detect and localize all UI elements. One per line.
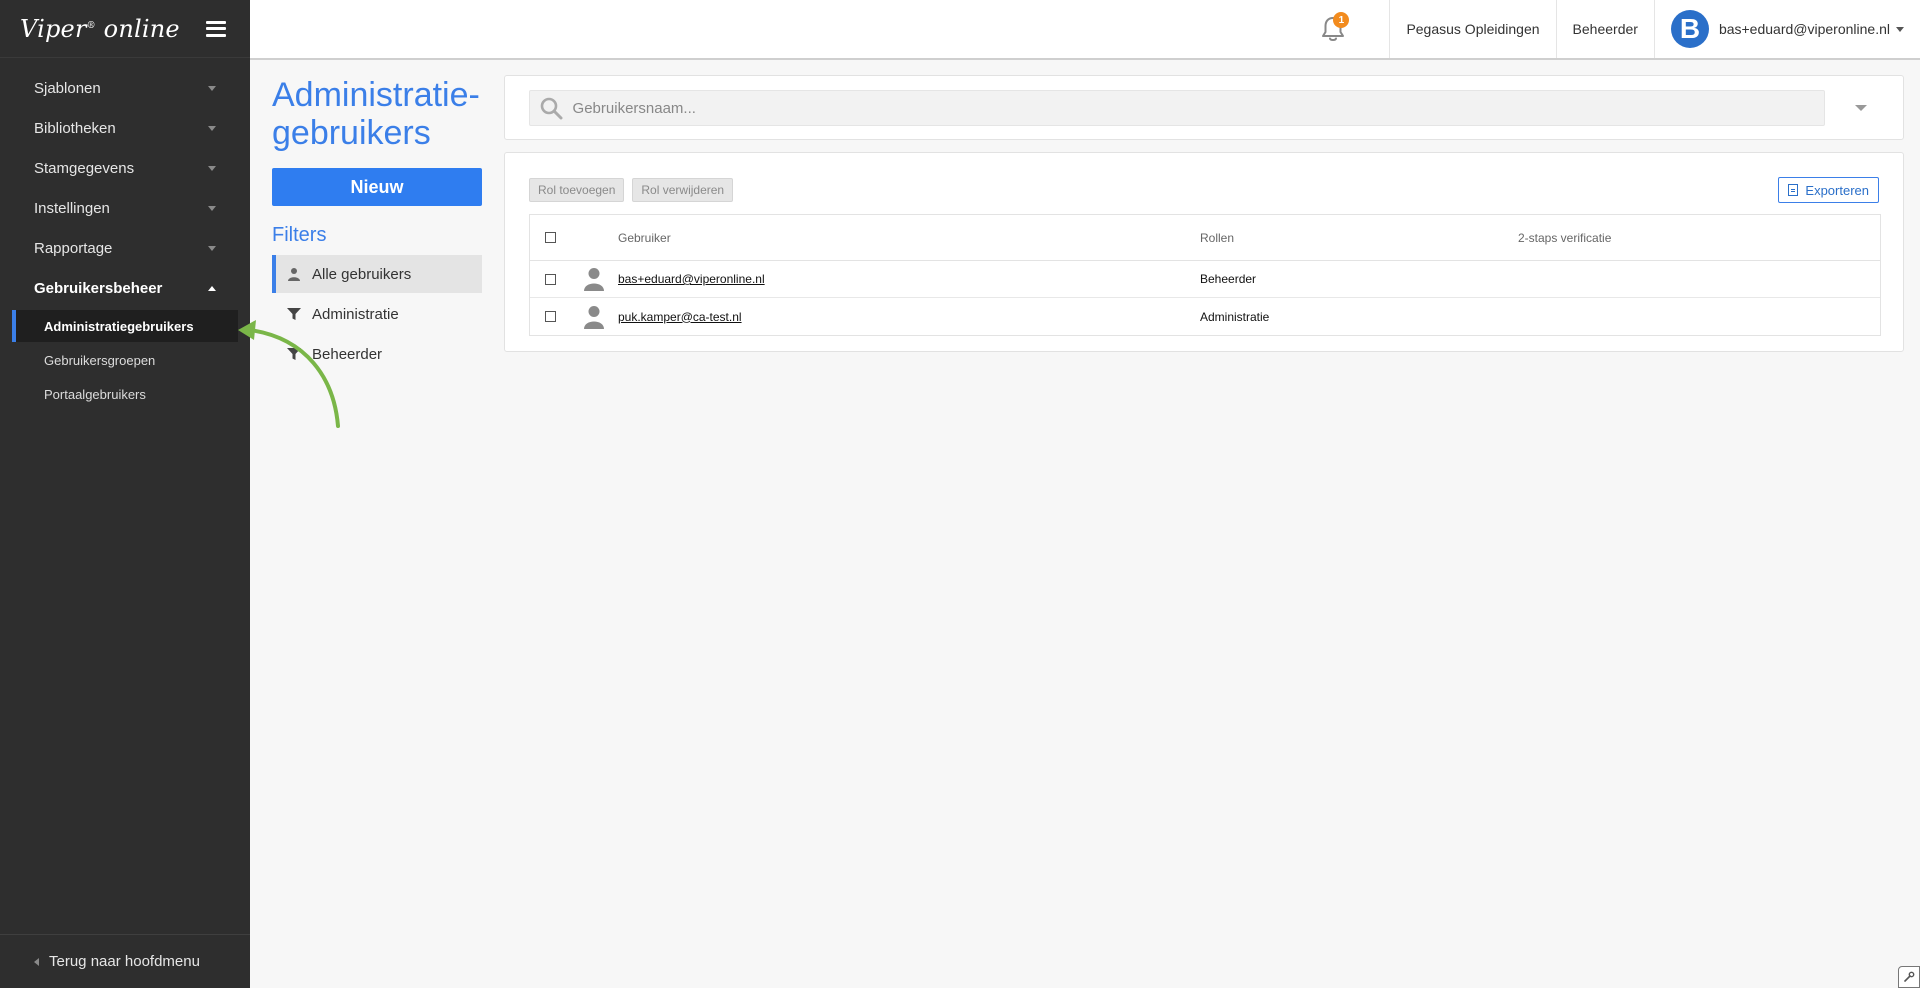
filter-administratie[interactable]: Administratie bbox=[272, 295, 482, 333]
user-link[interactable]: puk.kamper@ca-test.nl bbox=[618, 310, 742, 324]
user-menu[interactable]: B bas+eduard@viperonline.nl bbox=[1653, 0, 1920, 58]
add-role-button[interactable]: Rol toevoegen bbox=[529, 178, 625, 202]
file-export-icon bbox=[1788, 184, 1799, 196]
sidebar-item-label: Gebruikersbeheer bbox=[34, 279, 163, 297]
table-row[interactable]: puk.kamper@ca-test.nl Administratie bbox=[530, 298, 1880, 335]
sidebar-subitem-gebruikersgroepen[interactable]: Gebruikersgroepen bbox=[12, 344, 238, 376]
sidebar-item-label: Sjablonen bbox=[34, 79, 101, 97]
caret-down-icon bbox=[208, 165, 216, 171]
caret-down-icon bbox=[208, 85, 216, 91]
search-options-chevron-icon[interactable] bbox=[1855, 105, 1867, 111]
logo-registered-mark: ® bbox=[86, 20, 96, 31]
user-roles: Beheerder bbox=[1200, 272, 1257, 286]
sidebar-item-label: Stamgegevens bbox=[34, 159, 135, 177]
filter-beheerder[interactable]: Beheerder bbox=[272, 335, 482, 373]
sidebar-item-stamgegevens[interactable]: Stamgegevens bbox=[0, 148, 250, 188]
column-header-2fa[interactable]: 2-staps verificatie bbox=[1518, 231, 1880, 245]
caret-down-icon bbox=[208, 125, 216, 131]
row-checkbox[interactable] bbox=[544, 273, 556, 285]
organization-selector[interactable]: Pegasus Opleidingen bbox=[1389, 0, 1555, 58]
sidebar-item-bibliotheken[interactable]: Bibliotheken bbox=[0, 108, 250, 148]
caret-left-icon bbox=[34, 957, 39, 966]
notifications-button[interactable]: 1 bbox=[1303, 0, 1363, 58]
hamburger-menu-icon[interactable] bbox=[206, 20, 226, 37]
user-icon bbox=[286, 266, 302, 282]
search-input[interactable] bbox=[572, 91, 1824, 125]
avatar: B bbox=[1670, 10, 1709, 48]
caret-down-icon bbox=[208, 205, 216, 211]
sidebar-item-rapportage[interactable]: Rapportage bbox=[0, 228, 250, 268]
back-to-main-menu-link[interactable]: Terug naar hoofdmenu bbox=[0, 934, 250, 988]
page-title: Administratie-gebruikers bbox=[272, 76, 480, 152]
sidebar-item-sjablonen[interactable]: Sjablonen bbox=[0, 68, 250, 108]
user-roles: Administratie bbox=[1200, 309, 1270, 324]
sidebar: Viper® online Sjablonen Bibliotheken Sta… bbox=[0, 0, 250, 988]
sidebar-nav: Sjablonen Bibliotheken Stamgegevens Inst… bbox=[0, 58, 250, 410]
users-panel: Rol toevoegen Rol verwijderen Exporteren… bbox=[504, 152, 1904, 352]
filter-label: Beheerder bbox=[312, 345, 383, 363]
sidebar-header: Viper® online bbox=[0, 0, 250, 58]
table-row[interactable]: bas+eduard@viperonline.nl Beheerder bbox=[530, 261, 1880, 298]
topbar: 1 Pegasus Opleidingen Beheerder B bas+ed… bbox=[250, 0, 1920, 60]
filter-icon bbox=[286, 306, 302, 322]
search-panel bbox=[504, 75, 1904, 140]
sidebar-subitem-portaalgebruikers[interactable]: Portaalgebruikers bbox=[12, 378, 238, 410]
sidebar-item-instellingen[interactable]: Instellingen bbox=[0, 188, 250, 228]
page-left-column: Administratie-gebruikers Nieuw Filters A… bbox=[272, 76, 482, 375]
sidebar-subitem-administratiegebruikers[interactable]: Administratiegebruikers bbox=[12, 310, 238, 342]
filters-title: Filters bbox=[272, 224, 327, 246]
row-checkbox[interactable] bbox=[544, 311, 556, 322]
chevron-down-icon bbox=[1896, 26, 1904, 32]
export-button[interactable]: Exporteren bbox=[1778, 177, 1879, 203]
new-button[interactable]: Nieuw bbox=[272, 168, 482, 206]
sidebar-item-label: Rapportage bbox=[34, 239, 113, 257]
back-to-main-menu-label: Terug naar hoofdmenu bbox=[49, 953, 200, 970]
table-toolbar: Rol toevoegen Rol verwijderen bbox=[529, 178, 734, 202]
sidebar-item-label: Instellingen bbox=[34, 199, 110, 217]
remove-role-button[interactable]: Rol verwijderen bbox=[632, 178, 734, 202]
wrench-icon[interactable] bbox=[1898, 966, 1920, 988]
filter-label: Alle gebruikers bbox=[312, 265, 412, 283]
column-header-user[interactable]: Gebruiker bbox=[618, 231, 1200, 245]
users-table: Gebruiker Rollen 2-staps verificatie bas… bbox=[529, 214, 1881, 336]
filter-icon bbox=[286, 346, 302, 362]
logo-text: Viper bbox=[20, 14, 87, 43]
logo-suffix: online bbox=[103, 14, 180, 43]
search-box bbox=[529, 90, 1825, 126]
sidebar-item-gebruikersbeheer[interactable]: Gebruikersbeheer bbox=[0, 268, 250, 308]
select-all-checkbox[interactable] bbox=[544, 232, 556, 243]
user-link[interactable]: bas+eduard@viperonline.nl bbox=[618, 272, 765, 286]
user-email: bas+eduard@viperonline.nl bbox=[1718, 21, 1890, 37]
caret-up-icon bbox=[208, 285, 216, 291]
search-icon bbox=[530, 90, 573, 126]
filter-label: Administratie bbox=[312, 305, 399, 323]
column-header-roles[interactable]: Rollen bbox=[1200, 231, 1518, 245]
logo[interactable]: Viper® online bbox=[20, 15, 180, 43]
table-header: Gebruiker Rollen 2-staps verificatie bbox=[530, 215, 1880, 261]
caret-down-icon bbox=[208, 245, 216, 251]
user-avatar-icon bbox=[570, 305, 618, 329]
role-selector[interactable]: Beheerder bbox=[1555, 0, 1654, 58]
user-avatar-icon bbox=[570, 267, 618, 291]
notification-badge: 1 bbox=[1333, 12, 1350, 28]
filter-all-users[interactable]: Alle gebruikers bbox=[272, 255, 482, 293]
sidebar-item-label: Bibliotheken bbox=[34, 119, 116, 137]
export-label: Exporteren bbox=[1805, 182, 1869, 198]
